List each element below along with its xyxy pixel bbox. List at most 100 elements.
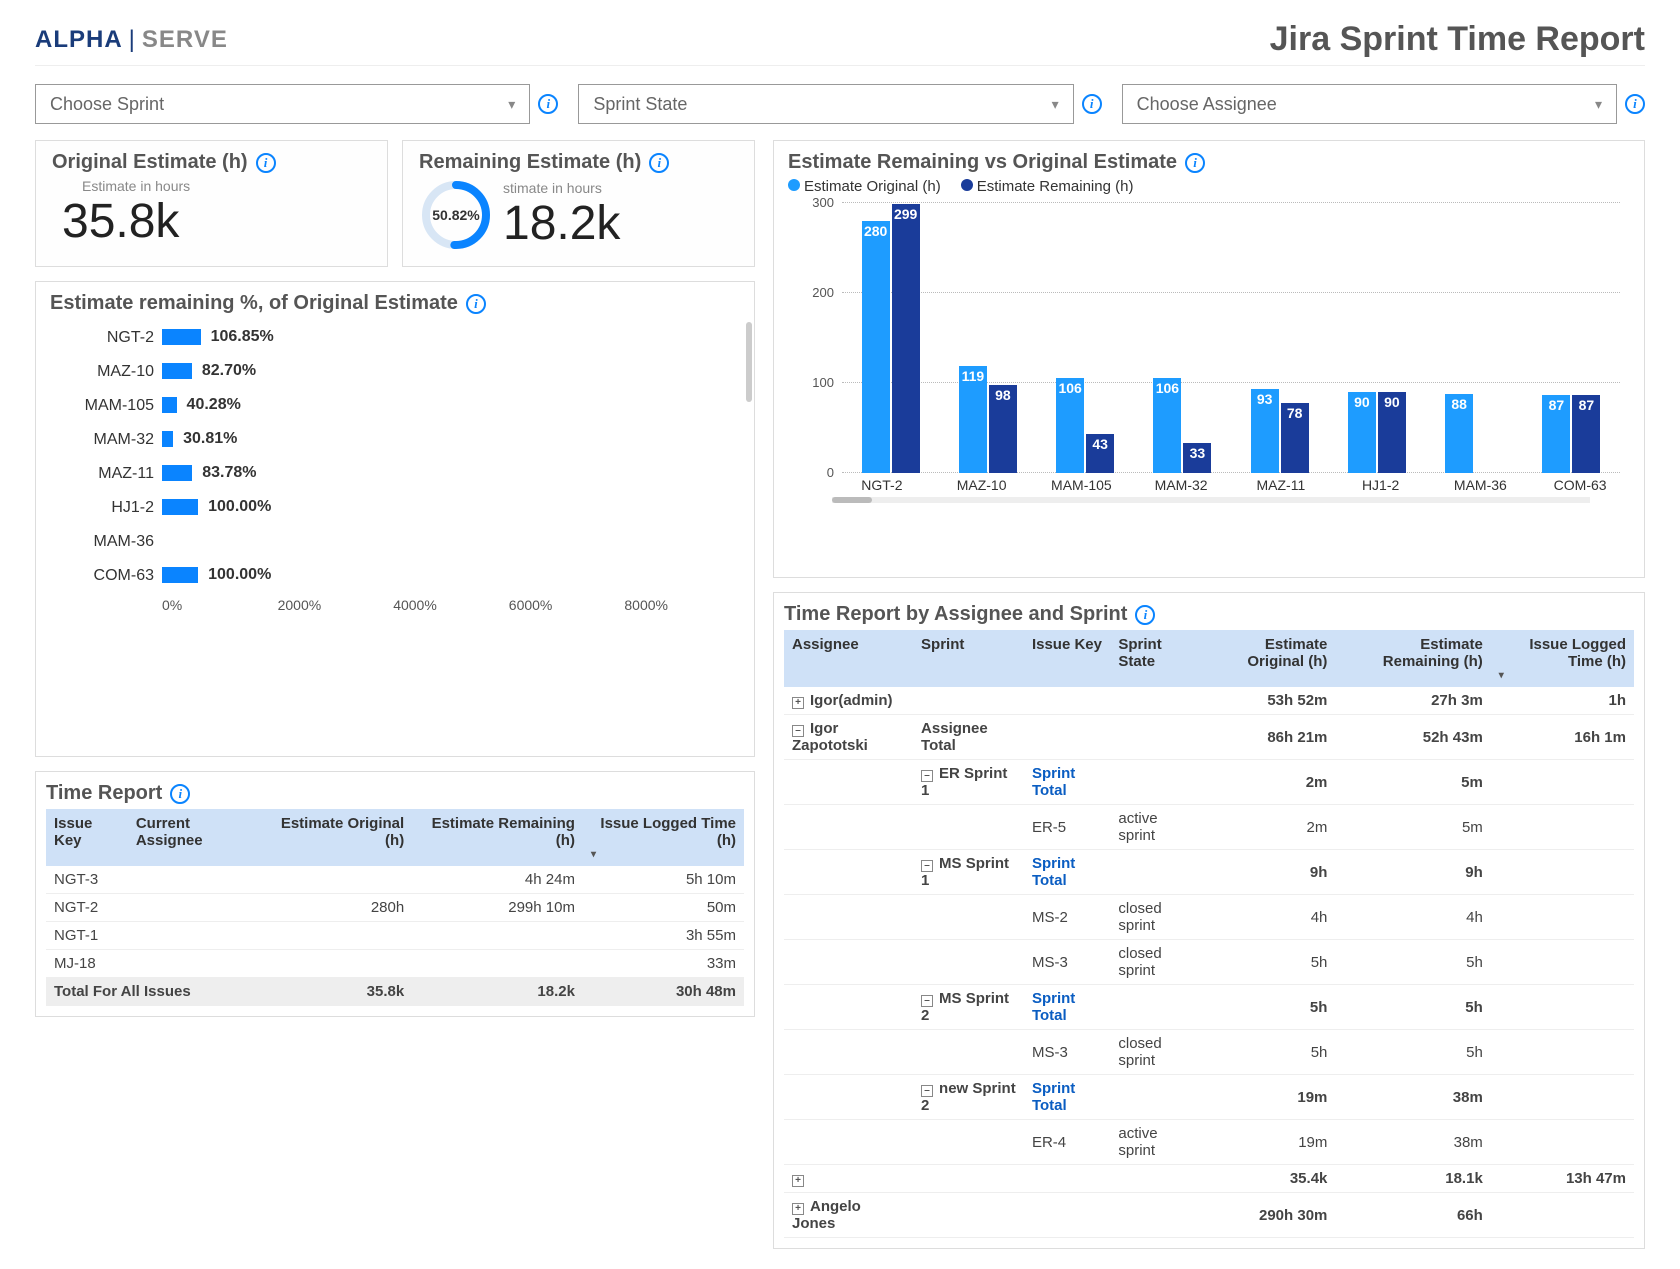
info-icon[interactable]: i [1185, 153, 1205, 173]
assignee-report-col-header[interactable]: Estimate Remaining (h) [1335, 630, 1490, 687]
pct-row-value: 82.70% [202, 362, 256, 380]
sprint-total-row[interactable]: –MS Sprint 1Sprint Total9h9h [784, 850, 1634, 895]
time-report-table: Issue KeyCurrent AssigneeEstimate Origin… [46, 809, 744, 1006]
info-icon[interactable]: i [1625, 94, 1645, 114]
pct-chart-x-axis: 0%2000%4000%6000%8000% [162, 597, 740, 613]
state-filter-dropdown[interactable]: Sprint State ▾ [578, 84, 1073, 124]
time-report-col-header[interactable]: Current Assignee [128, 809, 261, 866]
time-report-row[interactable]: NGT-34h 24m5h 10m [46, 866, 744, 894]
assignee-issue-row[interactable]: MS-3closed sprint5h5h [784, 940, 1634, 985]
info-icon[interactable]: i [1082, 94, 1102, 114]
pct-row-value: 106.85% [211, 328, 274, 346]
kpi-rem-title: Remaining Estimate (h) [419, 151, 641, 174]
info-icon[interactable]: i [466, 294, 486, 314]
pct-row-value: 30.81% [183, 430, 237, 448]
time-report-row[interactable]: NGT-13h 55m [46, 922, 744, 950]
assignee-report-title: Time Report by Assignee and Sprint [784, 603, 1127, 626]
expand-icon[interactable]: + [792, 1203, 804, 1215]
sprint-filter-label: Choose Sprint [50, 94, 164, 115]
pct-row-value: 40.28% [187, 396, 241, 414]
pct-row-label: NGT-2 [50, 329, 162, 347]
assignee-report-col-header[interactable]: Sprint [913, 630, 1024, 687]
assignee-filter-label: Choose Assignee [1137, 94, 1277, 115]
info-icon[interactable]: i [256, 153, 276, 173]
assignee-issue-row[interactable]: MS-2closed sprint4h4h [784, 895, 1634, 940]
compare-chart-card: Estimate Remaining vs Original Estimate … [773, 140, 1645, 578]
assignee-report-col-header[interactable]: Issue Logged Time (h)▾ [1491, 630, 1634, 687]
expand-icon[interactable]: – [921, 770, 933, 782]
assignee-report-table: AssigneeSprintIssue KeySprint StateEstim… [784, 630, 1634, 1238]
scrollbar-horizontal[interactable] [832, 497, 1590, 503]
pct-row-label: MAZ-10 [50, 363, 162, 381]
chevron-down-icon: ▾ [508, 96, 515, 113]
assignee-report-col-header[interactable]: Estimate Original (h) [1198, 630, 1335, 687]
page-title: Jira Sprint Time Report [1270, 20, 1645, 59]
pct-row-value: 83.78% [202, 464, 256, 482]
time-report-col-header[interactable]: Estimate Original (h) [261, 809, 413, 866]
remaining-donut-pct: 50.82% [419, 178, 493, 252]
pct-chart-card: Estimate remaining %, of Original Estima… [35, 281, 755, 757]
legend-series-0: Estimate Original (h) [804, 178, 941, 195]
expand-icon[interactable]: – [921, 860, 933, 872]
assignee-group-row[interactable]: +Igor(admin)53h 52m27h 3m1h [784, 687, 1634, 715]
kpi-orig-subtitle: Estimate in hours [82, 178, 371, 194]
time-report-card: Time Report i Issue KeyCurrent AssigneeE… [35, 771, 755, 1017]
compare-bar: 98 [989, 385, 1017, 473]
info-icon[interactable]: i [1135, 605, 1155, 625]
compare-chart: 0100200300280299119981064310633937890908… [798, 203, 1620, 473]
expand-icon[interactable]: + [792, 697, 804, 709]
expand-icon[interactable]: – [921, 995, 933, 1007]
compare-bar: 90 [1348, 392, 1376, 473]
pct-row-bar [162, 397, 177, 413]
kpi-rem-subtitle: stimate in hours [503, 180, 620, 196]
assignee-report-col-header[interactable]: Issue Key [1024, 630, 1110, 687]
assignee-issue-row[interactable]: ER-5active sprint2m5m [784, 805, 1634, 850]
compare-chart-legend: Estimate Original (h) Estimate Remaining… [788, 178, 1630, 195]
assignee-group-row[interactable]: +35.4k18.1k13h 47m [784, 1165, 1634, 1193]
assignee-issue-row[interactable]: ER-4active sprint19m38m [784, 1120, 1634, 1165]
time-report-col-header[interactable]: Issue Key [46, 809, 128, 866]
pct-row-track: 82.70% [162, 362, 740, 382]
assignee-group-row[interactable]: –Igor ZapototskiAssignee Total86h 21m52h… [784, 715, 1634, 760]
assignee-issue-row[interactable]: MS-3closed sprint5h5h [784, 1030, 1634, 1075]
time-report-row[interactable]: MJ-1833m [46, 950, 744, 978]
pct-row-track: 100.00% [162, 498, 740, 518]
sprint-total-row[interactable]: –ER Sprint 1Sprint Total2m5m [784, 760, 1634, 805]
assignee-report-col-header[interactable]: Sprint State [1110, 630, 1198, 687]
kpi-orig-title: Original Estimate (h) [52, 151, 248, 174]
expand-icon[interactable]: – [792, 725, 804, 737]
logo-serve: SERVE [142, 26, 228, 54]
pct-row-bar [162, 329, 201, 345]
legend-series-1: Estimate Remaining (h) [977, 178, 1134, 195]
kpi-original-estimate: Original Estimate (h) i Estimate in hour… [35, 140, 388, 267]
chevron-down-icon: ▾ [1052, 96, 1059, 113]
info-icon[interactable]: i [649, 153, 669, 173]
assignee-filter-dropdown[interactable]: Choose Assignee ▾ [1122, 84, 1617, 124]
scrollbar-vertical[interactable] [746, 322, 752, 402]
pct-row-label: COM-63 [50, 567, 162, 585]
compare-chart-categories: NGT-2MAZ-10MAM-105MAM-32MAZ-11HJ1-2MAM-3… [832, 477, 1630, 493]
time-report-col-header[interactable]: Estimate Remaining (h) [412, 809, 583, 866]
logo-alpha: ALPHA [35, 26, 123, 54]
compare-bar: 78 [1281, 403, 1309, 473]
expand-icon[interactable]: + [792, 1175, 804, 1187]
compare-bar: 87 [1572, 395, 1600, 473]
compare-bar: 93 [1251, 389, 1279, 473]
assignee-report-col-header[interactable]: Assignee [784, 630, 913, 687]
expand-icon[interactable]: – [921, 1085, 933, 1097]
sprint-total-row[interactable]: –new Sprint 2Sprint Total19m38m [784, 1075, 1634, 1120]
time-report-row[interactable]: NGT-2280h299h 10m50m [46, 894, 744, 922]
compare-bar: 33 [1183, 443, 1211, 473]
pct-row-value: 100.00% [208, 498, 271, 516]
pct-row-track: 106.85% [162, 328, 740, 348]
assignee-group-row[interactable]: +Angelo Jones290h 30m66h [784, 1193, 1634, 1238]
brand-logo: ALPHA | SERVE [35, 26, 228, 54]
compare-bar: 88 [1445, 394, 1473, 473]
info-icon[interactable]: i [170, 784, 190, 804]
info-icon[interactable]: i [538, 94, 558, 114]
sprint-total-row[interactable]: –MS Sprint 2Sprint Total5h5h [784, 985, 1634, 1030]
time-report-col-header[interactable]: Issue Logged Time (h)▾ [583, 809, 744, 866]
pct-row-track [162, 532, 740, 552]
sprint-filter-dropdown[interactable]: Choose Sprint ▾ [35, 84, 530, 124]
pct-row-bar [162, 567, 198, 583]
